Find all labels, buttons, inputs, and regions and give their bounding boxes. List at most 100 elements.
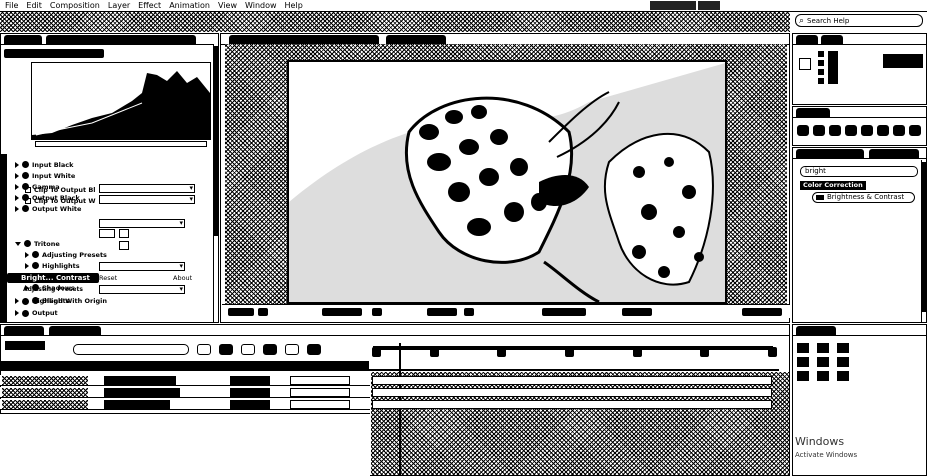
menu-edit[interactable]: Edit: [26, 0, 42, 12]
tab-audio[interactable]: [821, 35, 843, 44]
adjusting-presets-dropdown[interactable]: [99, 219, 185, 228]
ruler-marker[interactable]: [700, 347, 709, 357]
timeline-switch-button[interactable]: [285, 344, 299, 355]
bc-highlights-row[interactable]: Highlights: [15, 297, 70, 305]
region-of-interest-button[interactable]: [464, 308, 474, 316]
effect-controls-scrollbar[interactable]: [213, 44, 218, 322]
preview-control-button[interactable]: [845, 125, 857, 136]
clip-output-white-dropdown[interactable]: [99, 195, 195, 204]
twirl-icon[interactable]: [15, 172, 19, 179]
workspace-selector[interactable]: [650, 1, 696, 10]
effect-item-brightness-contrast[interactable]: Brightness & Contrast: [812, 192, 915, 203]
highlights-color-swatch[interactable]: [99, 229, 115, 238]
layer-mode-dropdown[interactable]: [230, 400, 270, 409]
menu-layer[interactable]: Layer: [108, 0, 130, 12]
preview-control-button[interactable]: [813, 125, 825, 136]
tab-effects-presets[interactable]: [796, 149, 864, 158]
tab-timeline-comp[interactable]: [49, 326, 101, 335]
highlights-eyedropper-icon[interactable]: [119, 229, 129, 238]
magnification-dropdown[interactable]: [228, 308, 254, 316]
scrollbar-thumb[interactable]: [922, 162, 926, 312]
paragraph-align-button[interactable]: [797, 357, 809, 367]
timeline-switch-button[interactable]: [241, 344, 255, 355]
effects-scrollbar[interactable]: [921, 160, 926, 322]
twirl-icon[interactable]: [15, 205, 19, 212]
layer-bar-video[interactable]: [372, 400, 772, 409]
layer-parent-dropdown[interactable]: [290, 388, 350, 397]
preview-control-button[interactable]: [893, 125, 905, 136]
menu-animation[interactable]: Animation: [169, 0, 210, 12]
paragraph-align-button[interactable]: [817, 357, 829, 367]
grid-toggle-button[interactable]: [258, 308, 268, 316]
timecode[interactable]: [5, 341, 45, 350]
view-layout-dropdown[interactable]: [622, 308, 652, 316]
layer-bar-adjustment[interactable]: [372, 376, 772, 385]
layer-bar-solid[interactable]: [372, 388, 772, 397]
checkbox-icon[interactable]: [25, 186, 31, 193]
preview-control-button[interactable]: [861, 125, 873, 136]
search-help-field[interactable]: ⌕ Search Help: [795, 14, 923, 27]
layer-mode-dropdown[interactable]: [230, 388, 270, 397]
menu-view[interactable]: View: [218, 0, 237, 12]
ruler-marker[interactable]: [768, 347, 777, 357]
tab-layer[interactable]: [386, 35, 446, 44]
effect-property-row[interactable]: Input White: [15, 171, 75, 180]
ruler-marker[interactable]: [565, 347, 574, 357]
checkbox-icon[interactable]: [25, 197, 31, 204]
timeline-switch-button[interactable]: [307, 344, 321, 355]
time-indicator[interactable]: [399, 343, 401, 475]
tab-preview[interactable]: [796, 108, 830, 117]
menu-file[interactable]: File: [5, 0, 18, 12]
effect-bc-dropdown[interactable]: [99, 262, 185, 271]
effect-property-row[interactable]: Highlights: [25, 261, 80, 270]
ruler-marker[interactable]: [372, 347, 381, 357]
menu-window[interactable]: Window: [245, 0, 277, 12]
paragraph-align-button[interactable]: [817, 343, 829, 353]
preview-control-button[interactable]: [829, 125, 841, 136]
paragraph-align-button[interactable]: [797, 371, 809, 381]
stopwatch-icon[interactable]: [22, 172, 29, 179]
layer-name-video[interactable]: [104, 400, 170, 409]
layer-row-solid[interactable]: [0, 387, 370, 398]
effect-property-row[interactable]: Adjusting Presets: [25, 250, 107, 259]
preview-control-button[interactable]: [909, 125, 921, 136]
paragraph-align-button[interactable]: [797, 343, 809, 353]
stopwatch-icon[interactable]: [32, 251, 39, 258]
menu-composition[interactable]: Composition: [50, 0, 100, 12]
tab-project[interactable]: [4, 35, 42, 44]
histogram-input-slider[interactable]: [35, 141, 207, 147]
twirl-icon[interactable]: [25, 262, 29, 269]
layer-mode-dropdown[interactable]: [230, 376, 270, 385]
effect-property-row[interactable]: Input Black: [15, 160, 73, 169]
twirl-icon[interactable]: [15, 194, 19, 201]
menu-effect[interactable]: Effect: [138, 0, 161, 12]
paragraph-align-button[interactable]: [837, 343, 849, 353]
paragraph-align-button[interactable]: [837, 371, 849, 381]
midtones-eyedropper-icon[interactable]: [119, 241, 129, 250]
stopwatch-icon[interactable]: [22, 161, 29, 168]
stopwatch-icon[interactable]: [22, 205, 29, 212]
camera-dropdown[interactable]: [542, 308, 586, 316]
timeline-switch-button[interactable]: [197, 344, 211, 355]
twirl-icon[interactable]: [15, 161, 19, 168]
effect-property-row[interactable]: Clip To Output Bl: [25, 185, 96, 194]
layer-name-adjustment[interactable]: [104, 376, 176, 385]
tab-composition[interactable]: [229, 35, 379, 44]
timeline-switch-button[interactable]: [263, 344, 277, 355]
bc-presets-dropdown[interactable]: [99, 285, 185, 294]
tab-render-queue[interactable]: [4, 326, 44, 335]
ruler-marker[interactable]: [430, 347, 439, 357]
twirl-icon[interactable]: [15, 241, 21, 246]
effects-category-color-correction[interactable]: Color Correction: [800, 181, 866, 190]
ruler-marker[interactable]: [497, 347, 506, 357]
timeline-switch-button[interactable]: [219, 344, 233, 355]
exposure-control[interactable]: [742, 308, 782, 316]
workspace-menu-button[interactable]: [698, 1, 720, 10]
timeline-search-field[interactable]: [73, 344, 189, 355]
menu-help[interactable]: Help: [285, 0, 303, 12]
composition-canvas[interactable]: [287, 60, 727, 304]
layer-parent-dropdown[interactable]: [290, 400, 350, 409]
clip-output-black-dropdown[interactable]: [99, 184, 195, 193]
tab-character[interactable]: [869, 149, 919, 158]
preview-control-button[interactable]: [797, 125, 809, 136]
